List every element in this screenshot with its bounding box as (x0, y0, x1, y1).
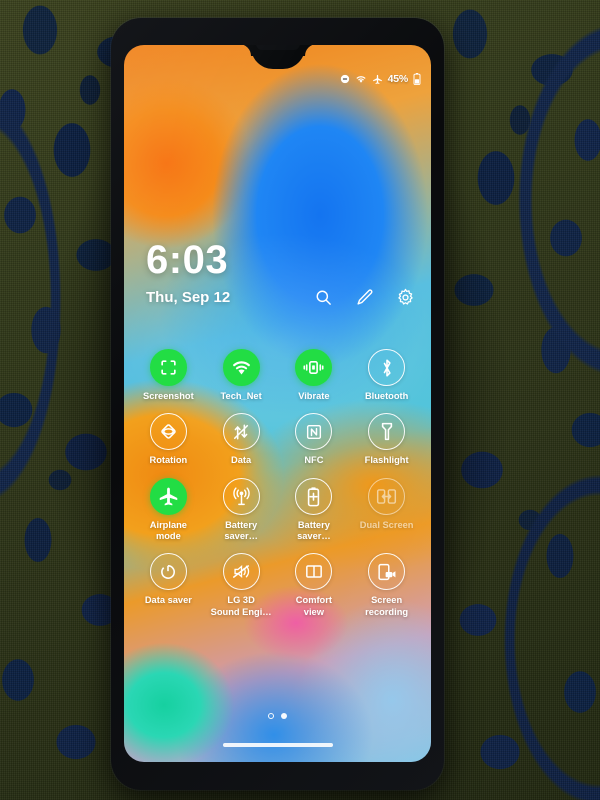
sound-off-icon (222, 553, 260, 591)
tile-rotation[interactable]: Rotation (132, 411, 205, 466)
airplane-icon (372, 74, 383, 85)
tile-screenshot[interactable]: Screenshot (132, 347, 205, 402)
tile-label: Flashlight (364, 455, 409, 466)
screen-record-icon (368, 553, 406, 591)
nfc-icon (295, 413, 333, 451)
phone-device: 45% 6:03 Thu, Sep 12 Screenshot Tech_Net… (111, 18, 444, 790)
tile-nfc[interactable]: NFC (278, 411, 351, 466)
search-icon[interactable] (314, 288, 333, 307)
tile-label: Screenshot (143, 391, 194, 401)
battery-percent-label: 45% (387, 73, 409, 85)
tile-label: NFC (304, 455, 324, 466)
wifi-icon (355, 74, 367, 84)
comfort-view-icon (295, 553, 333, 591)
data-off-icon (222, 413, 260, 451)
rotation-icon (149, 413, 187, 451)
tile-label: Comfort view (295, 595, 332, 617)
header-action-icons (314, 288, 415, 307)
tile-battery-saver[interactable]: Battery saver… (278, 476, 351, 543)
battery-icon (413, 73, 421, 85)
airplane-icon (149, 477, 187, 515)
tile-label: Vibrate (298, 391, 330, 401)
status-bar: 45% (340, 73, 421, 85)
bluetooth-icon (368, 349, 406, 386)
quick-settings-grid: Screenshot Tech_Net Vibrate Bluetooth Ro… (132, 347, 423, 618)
clock-date: Thu, Sep 12 (146, 289, 231, 306)
tile-wifi[interactable]: Tech_Net (205, 347, 278, 402)
phone-screen[interactable]: 45% 6:03 Thu, Sep 12 Screenshot Tech_Net… (124, 45, 431, 762)
flashlight-icon (368, 413, 406, 451)
tile-dual-screen[interactable]: Dual Screen (350, 476, 423, 543)
page-indicator (124, 713, 431, 719)
tile-label: Rotation (149, 455, 188, 466)
tile-label: Dual Screen (359, 519, 414, 530)
page-dot-1[interactable] (268, 713, 274, 719)
tile-airplane-mode[interactable]: Airplane mode (132, 476, 205, 543)
screenshot-icon (149, 349, 187, 386)
tile-vibrate[interactable]: Vibrate (278, 347, 351, 402)
tile-label: Screen recording (365, 595, 409, 617)
tile-screen-recording[interactable]: Screen recording (350, 551, 423, 618)
gesture-home-bar[interactable] (222, 743, 333, 747)
tile-lg-3d-sound[interactable]: LG 3D Sound Engi… (205, 551, 278, 618)
tile-label: Data saver (144, 595, 192, 606)
tile-data[interactable]: Data (205, 411, 278, 466)
tile-label: LG 3D Sound Engi… (210, 595, 272, 617)
dual-screen-icon (368, 477, 406, 515)
tile-data-saver[interactable]: Data saver (132, 551, 205, 618)
tile-bluetooth[interactable]: Bluetooth (350, 347, 423, 402)
tile-label: Battery saver… (224, 519, 258, 541)
data-saver-icon (149, 553, 187, 591)
tile-label: Data (231, 455, 252, 466)
date-and-actions-row: Thu, Sep 12 (146, 288, 415, 307)
page-dot-2[interactable] (281, 713, 287, 719)
clock-widget: 6:03 (146, 240, 228, 280)
vibrate-icon (295, 349, 333, 386)
clock-time: 6:03 (146, 238, 229, 282)
wifi-icon (222, 349, 260, 386)
hotspot-icon (222, 477, 260, 515)
edit-icon[interactable] (355, 288, 374, 307)
dnd-icon (340, 74, 350, 84)
tile-label: Bluetooth (364, 391, 409, 401)
tile-hotspot[interactable]: Battery saver… (205, 476, 278, 543)
tile-label: Tech_Net (220, 391, 262, 401)
tile-label: Airplane mode (149, 519, 187, 541)
earpiece-speaker (255, 45, 300, 50)
tile-flashlight[interactable]: Flashlight (350, 411, 423, 466)
tile-label: Battery saver… (297, 519, 331, 541)
settings-icon[interactable] (396, 288, 415, 307)
tile-comfort-view[interactable]: Comfort view (278, 551, 351, 618)
battery-saver-icon (295, 477, 333, 515)
